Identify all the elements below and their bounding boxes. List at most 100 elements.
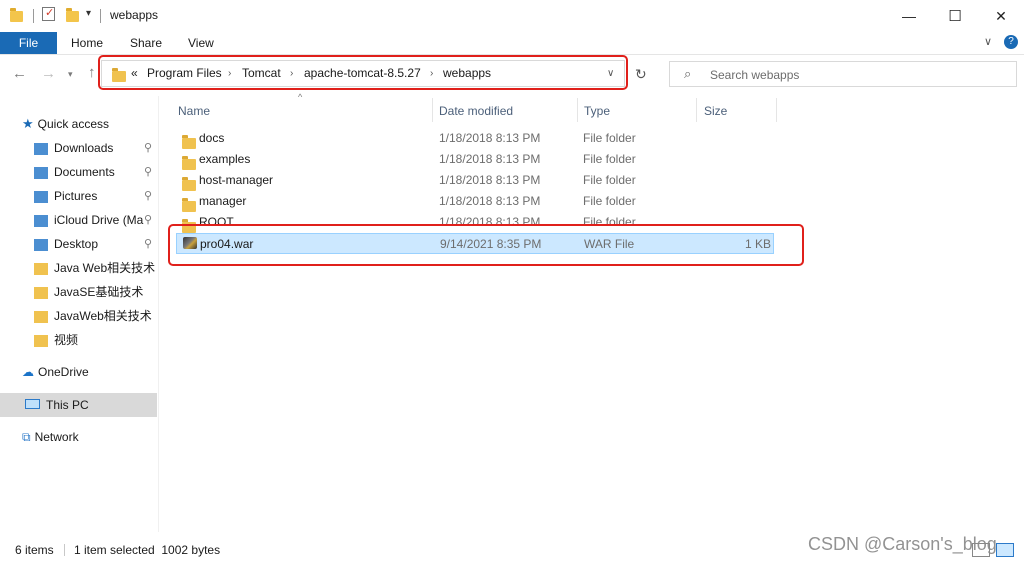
sidebar-item-network[interactable]: ⧉ Network [22, 425, 79, 449]
cloud-icon: ☁ [22, 365, 34, 379]
separator [64, 544, 65, 556]
column-divider[interactable] [577, 98, 578, 122]
file-date: 1/18/2018 8:13 PM [439, 194, 541, 208]
navigation-pane: ★ Quick access Downloads ⚲ Documents ⚲ Pictur… [0, 112, 158, 532]
column-divider[interactable] [432, 98, 433, 122]
file-row[interactable]: examples 1/18/2018 8:13 PM File folder [176, 149, 774, 171]
file-date: 1/18/2018 8:13 PM [439, 173, 541, 187]
ribbon-tabs: File Home Share View ∨ ? [0, 32, 1024, 55]
sidebar-item[interactable]: Pictures ⚲ [34, 184, 158, 208]
column-divider[interactable] [696, 98, 697, 122]
pin-icon[interactable]: ⚲ [144, 160, 152, 184]
help-icon[interactable]: ? [1004, 35, 1018, 49]
column-divider[interactable] [776, 98, 777, 122]
sort-ascending-icon: ^ [298, 92, 303, 102]
customize-toolbar-icon[interactable]: ▾ [86, 8, 91, 19]
tab-view[interactable]: View [188, 32, 214, 54]
pin-icon[interactable]: ⚲ [144, 232, 152, 256]
folder-icon [34, 286, 48, 299]
sidebar-item-label: JavaSE基础技术 [54, 285, 144, 299]
tab-home[interactable]: Home [71, 32, 103, 54]
sidebar-item-label: Downloads [54, 141, 114, 155]
pane-divider [158, 96, 159, 532]
sidebar-item-quick-access[interactable]: ★ Quick access [22, 112, 109, 136]
selection-info: 1 item selected 1002 bytes [74, 543, 221, 557]
back-arrow-icon[interactable]: ← [12, 65, 27, 82]
item-count: 6 items [15, 543, 54, 557]
close-button[interactable]: ✕ [978, 0, 1024, 32]
sidebar-item-label: Network [34, 430, 79, 444]
file-row[interactable]: host-manager 1/18/2018 8:13 PM File folder [176, 170, 774, 192]
pin-icon[interactable]: ⚲ [144, 136, 152, 160]
file-type: File folder [583, 173, 636, 187]
file-type: File folder [583, 152, 636, 166]
refresh-button[interactable]: ↻ [635, 66, 647, 83]
details-view-icon[interactable] [972, 543, 990, 557]
search-input[interactable]: Search webapps [710, 68, 799, 82]
sidebar-item-label: Java Web相关技术 [54, 261, 156, 275]
status-bar: 6 items 1 item selected 1002 bytes CSDN … [0, 534, 1024, 562]
column-header-date[interactable]: Date modified [439, 100, 513, 122]
maximize-button[interactable]: ☐ [932, 0, 978, 32]
sidebar-item-label: OneDrive [38, 365, 89, 379]
sidebar-item[interactable]: Downloads ⚲ [34, 136, 158, 160]
sidebar-item-label: Documents [54, 165, 115, 179]
sidebar-item[interactable]: iCloud Drive (Ma ⚲ [34, 208, 158, 232]
properties-icon[interactable]: ✓ [42, 7, 55, 21]
sidebar-item[interactable]: Documents ⚲ [34, 160, 158, 184]
separator [33, 9, 34, 23]
address-highlight-box [98, 55, 628, 90]
pin-icon[interactable]: ⚲ [144, 184, 152, 208]
sidebar-item[interactable]: Desktop ⚲ [34, 232, 158, 256]
icloud-icon [34, 214, 48, 227]
column-header-type[interactable]: Type [584, 100, 610, 122]
file-row[interactable]: manager 1/18/2018 8:13 PM File folder [176, 191, 774, 213]
sidebar-item-this-pc[interactable]: This PC [0, 393, 157, 417]
tab-share[interactable]: Share [130, 32, 162, 54]
folder-icon [182, 156, 196, 171]
network-icon: ⧉ [22, 430, 31, 444]
sidebar-item-label: This PC [46, 398, 89, 412]
desktop-icon [34, 238, 48, 251]
sidebar-item[interactable]: Java Web相关技术 [34, 256, 158, 280]
search-box[interactable]: ⌕ Search webapps [669, 61, 1017, 87]
sidebar-item-label: iCloud Drive (Ma [54, 213, 144, 227]
sidebar-item-label: 视频 [54, 333, 79, 347]
minimize-button[interactable]: — [886, 0, 932, 32]
sidebar-item[interactable]: JavaSE基础技术 [34, 280, 158, 304]
sidebar-item[interactable]: 视频 [34, 328, 158, 352]
sidebar-item-label: Pictures [54, 189, 98, 203]
column-header-name[interactable]: Name [178, 100, 210, 122]
column-header-size[interactable]: Size [704, 100, 727, 122]
folder-icon [182, 198, 196, 213]
folder-icon[interactable] [10, 8, 23, 22]
up-arrow-icon[interactable]: ↑ [88, 64, 96, 81]
file-highlight-box [168, 224, 804, 266]
documents-icon [34, 166, 48, 179]
sidebar-item-onedrive[interactable]: ☁ OneDrive [22, 360, 89, 384]
recent-locations-icon[interactable]: ▾ [68, 69, 73, 80]
file-row[interactable]: docs 1/18/2018 8:13 PM File folder [176, 128, 774, 150]
csdn-watermark: CSDN @Carson's_blog [808, 534, 997, 554]
folder-icon [182, 135, 196, 150]
sidebar-item-label: Quick access [37, 117, 110, 131]
window-title: webapps [110, 8, 159, 22]
sidebar-item-label: JavaWeb相关技术 [54, 309, 152, 323]
file-name: host-manager [199, 173, 274, 187]
sidebar-item[interactable]: JavaWeb相关技术 [34, 304, 158, 328]
separator [100, 9, 101, 23]
new-folder-icon[interactable] [66, 8, 79, 22]
forward-arrow-icon[interactable]: → [41, 65, 56, 82]
file-name: docs [199, 131, 225, 145]
large-icons-view-icon[interactable] [996, 543, 1014, 557]
file-type: File folder [583, 131, 636, 145]
chevron-down-icon[interactable]: ∨ [984, 35, 992, 48]
sidebar-item-label: Desktop [54, 237, 99, 251]
folder-icon [34, 262, 48, 275]
downloads-icon [34, 142, 48, 155]
file-date: 1/18/2018 8:13 PM [439, 152, 541, 166]
pin-icon[interactable]: ⚲ [144, 208, 152, 232]
tab-file[interactable]: File [0, 32, 57, 54]
folder-icon [34, 310, 48, 323]
pictures-icon [34, 190, 48, 203]
